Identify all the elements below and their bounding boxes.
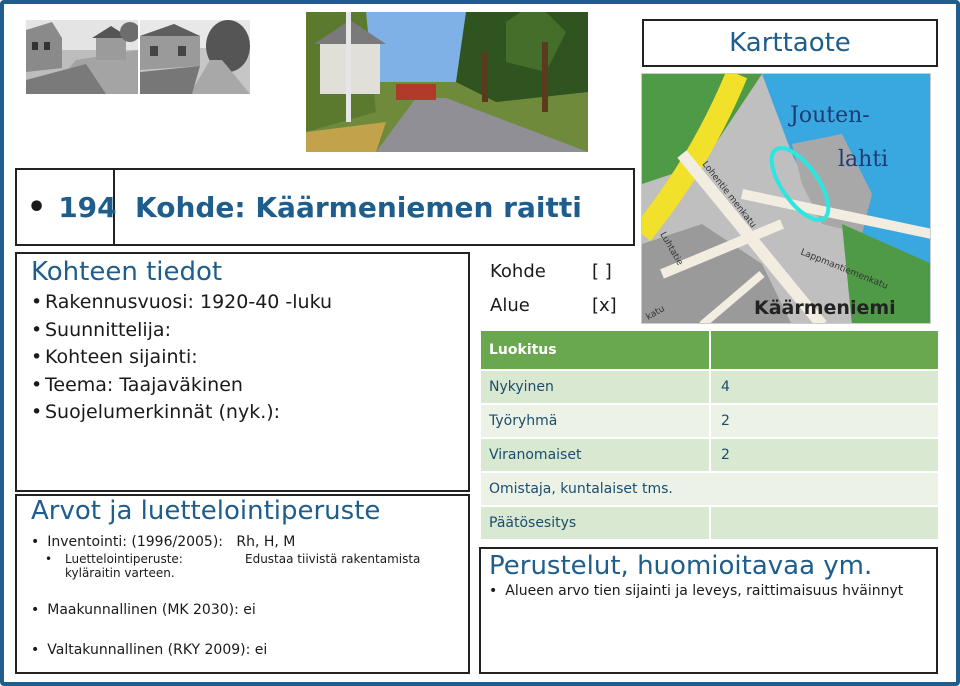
row-value: 2	[709, 405, 938, 437]
luokitus-row: Viranomaiset 2	[481, 439, 938, 471]
info-item: Teema: Taajaväkinen	[31, 372, 468, 400]
alue-label: Alue	[490, 295, 530, 316]
kohteen-tiedot-heading: Kohteen tiedot	[31, 257, 223, 287]
row-label: Työryhmä	[489, 413, 558, 429]
map-label-water-2: lahti	[838, 147, 888, 172]
row-label: Omistaja, kuntalaiset tms.	[489, 481, 673, 497]
row-value: 4	[709, 371, 938, 403]
mk-item: • Maakunnallinen (MK 2030): ei	[31, 602, 256, 618]
luokitus-row: Omistaja, kuntalaiset tms.	[481, 473, 938, 505]
photo-old-2	[140, 20, 250, 94]
inventointi-item: • Inventointi: (1996/2005): Rh, H, M	[31, 534, 296, 550]
row-value	[709, 507, 938, 539]
arvot-heading: Arvot ja luettelointiperuste	[31, 496, 381, 526]
kohteen-tiedot-box: Kohteen tiedot Rakennusvuosi: 1920-40 -l…	[15, 252, 470, 492]
location-map[interactable]: Jouten- lahti Käärmeniemi Lohentie menka…	[641, 73, 931, 324]
kohde-label: Kohde	[490, 261, 546, 282]
luokitus-row: Päätösesitys	[481, 507, 938, 539]
perustelut-box: Perustelut, huomioitavaa ym. • Alueen arv…	[479, 547, 938, 674]
peruste-item: • Luettelointiperuste: Edustaa tiivistä …	[45, 552, 421, 580]
row-label: Viranomaiset	[489, 447, 582, 463]
kohde-value: [ ]	[592, 261, 612, 282]
info-item: Suunnittelija:	[31, 317, 468, 345]
object-name: Kohde: Käärmeniemen raitti	[135, 190, 582, 224]
luokitus-header: Luokitus	[489, 342, 557, 358]
luokitus-row: Työryhmä 2	[481, 405, 938, 437]
page-title: Karttaote	[642, 19, 938, 67]
map-label-water-1: Jouten-	[788, 103, 870, 128]
row-label: Päätösesitys	[489, 515, 577, 531]
photo-current	[306, 12, 588, 152]
info-item: Kohteen sijainti:	[31, 344, 468, 372]
rky-item: • Valtakunnallinen (RKY 2009): ei	[31, 642, 268, 658]
info-item: Rakennusvuosi: 1920-40 -luku	[31, 289, 468, 317]
luokitus-header-row: Luokitus	[481, 331, 938, 369]
map-label-place: Käärmeniemi	[754, 297, 896, 319]
row-label: Nykyinen	[489, 379, 554, 395]
arvot-box: Arvot ja luettelointiperuste • Inventoint…	[15, 494, 470, 674]
perustelut-item: • Alueen arvo tien sijainti ja leveys, ra…	[489, 583, 904, 599]
info-item: Suojelumerkinnät (nyk.):	[31, 399, 468, 427]
alue-value: [x]	[592, 295, 617, 316]
object-number: 194	[58, 190, 117, 224]
row-value: 2	[709, 439, 938, 471]
photo-old-1	[26, 20, 138, 94]
object-header: • 194 Kohde: Käärmeniemen raitti	[15, 168, 635, 246]
luokitus-row: Nykyinen 4	[481, 371, 938, 403]
perustelut-heading: Perustelut, huomioitavaa ym.	[489, 551, 873, 581]
